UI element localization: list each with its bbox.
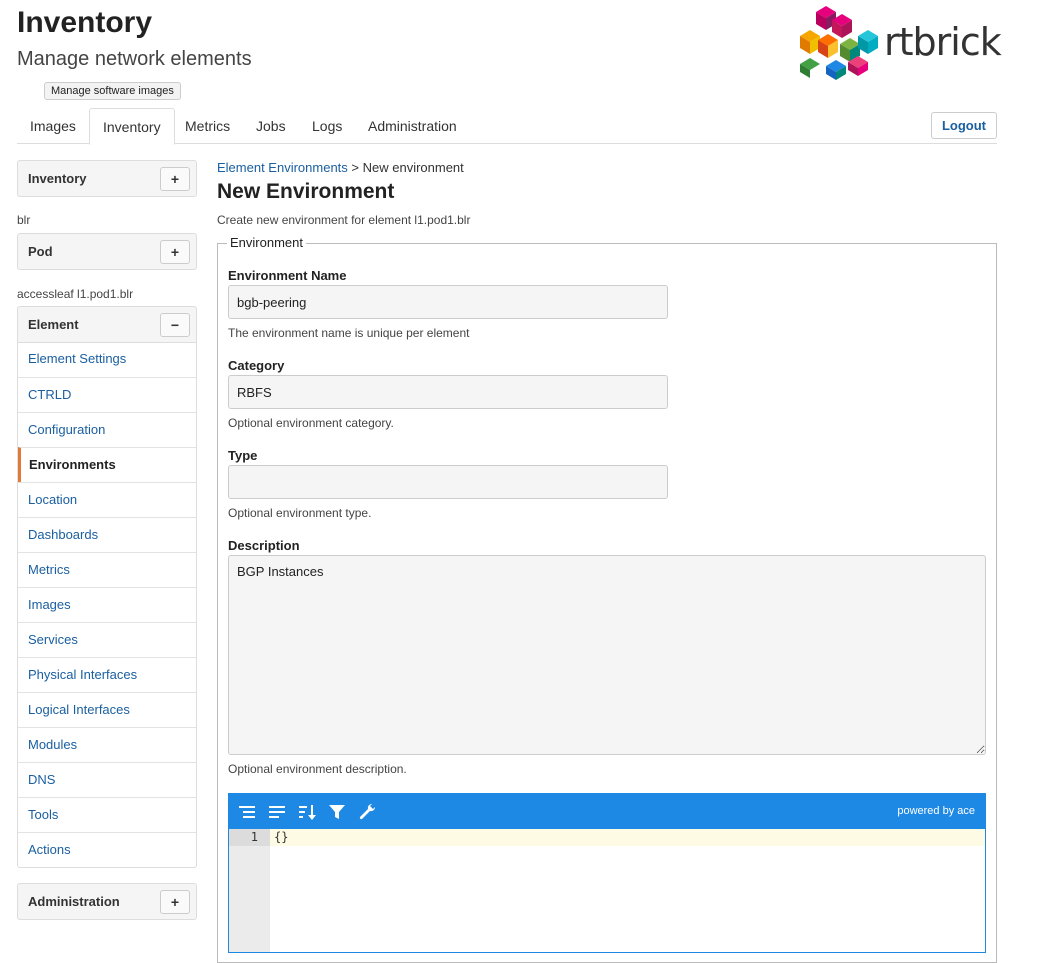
type-help: Optional environment type. [228,506,372,520]
filter-icon[interactable] [327,802,347,822]
rtbrick-logo-mark-icon [800,6,878,80]
selected-inventory[interactable]: blr [17,213,30,227]
sidebar-item-actions[interactable]: Actions [18,832,196,867]
sidebar-item-dns[interactable]: DNS [18,762,196,797]
sidebar-item-logical-interfaces[interactable]: Logical Interfaces [18,692,196,727]
breadcrumb-current: New environment [362,160,464,175]
sidebar-item-dashboards[interactable]: Dashboards [18,517,196,552]
breadcrumb-separator: > [347,160,363,175]
tab-inventory[interactable]: Inventory [89,108,175,145]
sidebar-panel-inventory: Inventory + [17,160,197,197]
format-icon[interactable] [237,802,257,822]
compact-icon[interactable] [267,802,287,822]
sidebar-item-physical-interfaces[interactable]: Physical Interfaces [18,657,196,692]
editor-code-text[interactable]: {} [274,830,288,844]
environment-name-help: The environment name is unique per eleme… [228,326,470,340]
sidebar-item-services[interactable]: Services [18,622,196,657]
tab-jobs[interactable]: Jobs [243,108,299,144]
logout-button[interactable]: Logout [930,112,997,139]
sidebar-item-environments[interactable]: Environments [18,447,196,482]
tab-logs[interactable]: Logs [299,108,355,144]
sidebar-item-configuration[interactable]: Configuration [18,412,196,447]
form-subtitle: Create new environment for element l1.po… [217,213,471,227]
breadcrumb-link-environments[interactable]: Element Environments [217,160,348,175]
sidebar-panel-administration: Administration + [17,883,197,920]
editor-code-area[interactable]: {} [270,829,985,952]
active-line-gutter [229,829,270,846]
type-label: Type [228,448,258,463]
editor-toolbar: powered by ace [229,794,985,829]
tooltip: Manage software images [44,82,181,100]
element-menu: Element Settings CTRLD Configuration Env… [17,342,197,868]
powered-by-ace-link[interactable]: powered by ace [897,805,975,817]
expand-administration-button[interactable]: + [160,890,190,914]
editor-gutter: 1 [229,829,270,952]
main-nav: Images Inventory Metrics Jobs Logs Admin… [17,108,997,145]
sidebar-panel-title: Inventory [28,171,87,186]
sidebar-panel-pod: Pod + [17,233,197,270]
page-title: Inventory [17,6,153,39]
sidebar-panel-title: Pod [28,244,53,259]
json-editor: powered by ace 1 {} [228,793,986,953]
rtbrick-logo[interactable]: rtbrick [796,4,1002,80]
fieldset-legend: Environment [227,235,306,250]
repair-icon[interactable] [357,802,377,822]
sidebar-item-metrics[interactable]: Metrics [18,552,196,587]
sidebar-item-ctrld[interactable]: CTRLD [18,377,196,412]
tab-administration[interactable]: Administration [355,108,470,144]
description-help: Optional environment description. [228,762,407,776]
sidebar-item-element-settings[interactable]: Element Settings [18,342,196,377]
tab-images[interactable]: Images [17,108,89,144]
tab-metrics[interactable]: Metrics [172,108,243,144]
category-label: Category [228,358,285,373]
line-number: 1 [250,830,258,844]
sidebar-item-images[interactable]: Images [18,587,196,622]
environment-name-input[interactable] [228,285,668,319]
expand-inventory-button[interactable]: + [160,167,190,191]
description-textarea[interactable]: BGP Instances [228,555,986,755]
description-label: Description [228,538,300,553]
collapse-element-button[interactable]: − [160,313,190,337]
sidebar-item-location[interactable]: Location [18,482,196,517]
category-help: Optional environment category. [228,416,394,430]
active-line-highlight [270,829,985,846]
page-subtitle: Manage network elements [17,48,252,70]
type-input[interactable] [228,465,668,499]
logo-wordmark: rtbrick [884,20,1002,64]
expand-pod-button[interactable]: + [160,240,190,264]
form-title: New Environment [217,180,395,203]
sidebar-item-tools[interactable]: Tools [18,797,196,832]
sidebar-panel-element: Element − [17,306,197,343]
environment-name-label: Environment Name [228,268,347,283]
breadcrumb: Element Environments > New environment [217,160,464,175]
sidebar-panel-title: Element [28,317,79,332]
selected-pod[interactable]: accessleaf l1.pod1.blr [17,287,133,301]
category-input[interactable] [228,375,668,409]
sidebar-item-modules[interactable]: Modules [18,727,196,762]
sort-icon[interactable] [297,802,317,822]
sidebar-panel-title: Administration [28,894,120,909]
